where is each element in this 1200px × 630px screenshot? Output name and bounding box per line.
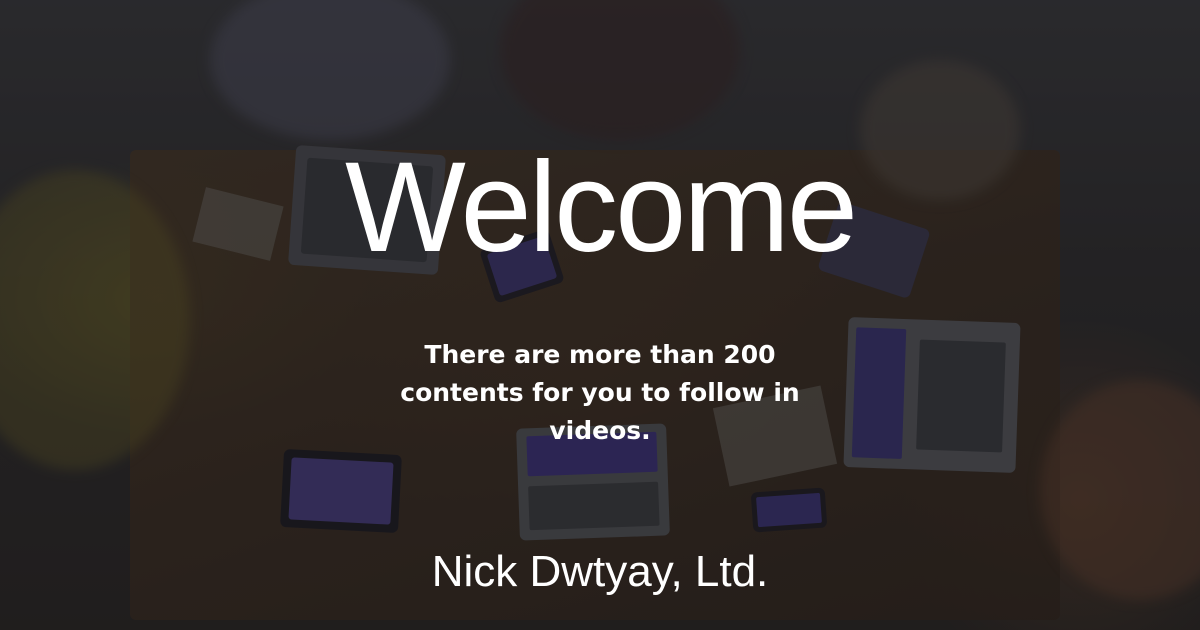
company-name: Nick Dwtyay, Ltd.	[431, 547, 769, 596]
welcome-banner: Welcome There are more than 200 contents…	[0, 0, 1200, 630]
welcome-title: Welcome	[344, 136, 858, 279]
dark-overlay	[0, 0, 1200, 630]
content-count-subtitle: There are more than 200 contents for you…	[400, 340, 800, 445]
